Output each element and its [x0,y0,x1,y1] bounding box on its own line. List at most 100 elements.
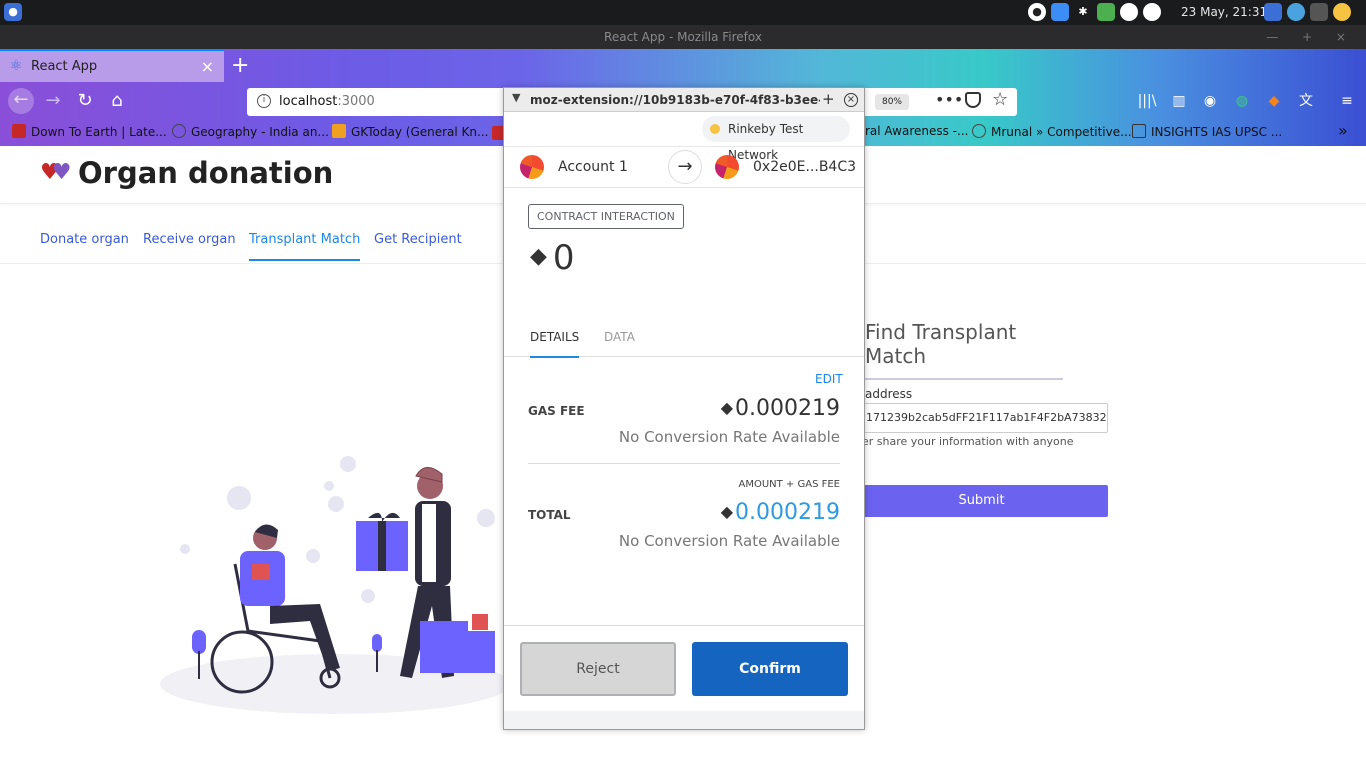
globe-icon [172,124,186,138]
window-icon[interactable] [1264,3,1282,21]
network-indicator[interactable]: Rinkeby Test Network [702,116,850,162]
tab-receive-organ[interactable]: Receive organ [143,232,236,247]
bookmarks-overflow-icon[interactable]: » [1338,121,1348,140]
bookmark-item[interactable]: GKToday (General Kn... [332,124,488,139]
popup-url: moz-extension://10b9183b-e70f-4f83-b3ee-… [530,93,820,107]
popup-title-bar: ▼ moz-extension://10b9183b-e70f-4f83-b3e… [504,88,864,112]
more-actions-icon[interactable]: ••• [935,90,963,109]
window-controls[interactable]: — + × [1266,25,1356,49]
globe-icon[interactable] [1287,3,1305,21]
bookmark-item[interactable]: ral Awareness -... [865,124,968,138]
tab-title: React App [31,59,98,74]
gktoday-icon [332,124,346,138]
window-title: React App - Mozilla Firefox [604,30,762,44]
os-menu-icon[interactable]: ● [4,3,22,21]
address-input[interactable]: 171239b2cab5dFF21F117ab1F4F2bA73832B [855,403,1108,433]
weather-icon[interactable] [1333,3,1351,21]
shield-icon[interactable] [1120,3,1138,21]
metamask-popup: ▼ moz-extension://10b9183b-e70f-4f83-b3e… [503,87,865,730]
account-icon[interactable]: ◉ [1200,91,1220,111]
grid-icon [1132,124,1146,138]
dte-icon [12,124,26,138]
reload-button[interactable]: ↻ [73,89,97,113]
bookmark-item[interactable]: Mrunal » Competitive... [972,124,1132,139]
new-tab-button[interactable]: + [231,53,249,78]
form-title: Find Transplant Match [865,320,1063,380]
tab-get-recipient[interactable]: Get Recipient [374,232,462,247]
address-help-text: er share your information with anyone [862,435,1074,448]
window-title-bar: React App - Mozilla Firefox — + × [0,25,1366,49]
os-top-bar: ● ● ✱ 23 May, 21:31 [0,0,1366,25]
terminal-icon[interactable] [1310,3,1328,21]
bookmark-item[interactable]: INSIGHTS IAS UPSC ... [1132,124,1282,139]
ethereum-icon: ◆ [720,398,734,417]
edit-gas-link[interactable]: EDIT [815,372,843,386]
notification-icon[interactable]: ● [1028,3,1046,21]
total-value: ◆0.000219 [720,500,840,525]
tab-data[interactable]: DATA [604,330,635,344]
total-label: TOTAL [528,508,571,522]
reject-button[interactable]: Reject [520,642,676,696]
back-button[interactable]: ← [8,88,34,114]
pocket-icon[interactable] [965,92,981,108]
divider [528,463,840,464]
details-tabs: DETAILS DATA [504,320,864,358]
fee-details: EDIT GAS FEE ◆0.000219 No Conversion Rat… [504,358,864,626]
gas-conversion-text: No Conversion Rate Available [618,428,840,446]
home-button[interactable]: ⌂ [105,89,129,113]
clock[interactable]: 23 May, 21:31 [1181,5,1267,19]
popup-footer [504,711,864,729]
translate-icon[interactable]: 文 [1296,91,1316,111]
url-text[interactable]: localhost:3000 [279,94,375,109]
from-account-avatar [520,155,544,179]
info-icon[interactable]: i [257,94,271,108]
donation-illustration [160,456,505,714]
gas-fee-label: GAS FEE [528,404,585,418]
tab-donate-organ[interactable]: Donate organ [40,232,129,247]
video-icon[interactable] [1051,3,1069,21]
metamask-icon[interactable]: ◆ [1264,91,1284,111]
bookmark-star-icon[interactable]: ☆ [992,89,1008,110]
gas-fee-value: ◆0.000219 [720,396,840,421]
network-icon[interactable] [1097,3,1115,21]
tab-transplant-match[interactable]: Transplant Match [249,232,361,261]
globe-icon [972,124,986,138]
browser-tab[interactable]: ⚛ React App × [0,49,224,82]
library-icon[interactable]: |||\ [1137,91,1157,111]
bookmark-item[interactable]: Down To Earth | Late... [12,124,167,139]
react-icon: ⚛ [10,58,23,74]
action-buttons: Reject Confirm [504,625,864,711]
system-tray-right [1264,3,1351,21]
pin-icon[interactable]: + [822,90,835,108]
to-account-avatar [715,155,739,179]
contract-interaction-badge: CONTRACT INTERACTION [528,204,684,229]
forward-button[interactable]: → [41,89,65,113]
account-row: Account 1 → 0x2e0E...B4C3 [504,146,864,188]
transaction-amount: ◆ 0 [530,238,575,278]
from-account-name[interactable]: Account 1 [558,159,628,175]
to-account-address[interactable]: 0x2e0E...B4C3 [753,159,856,175]
amount-gas-label: AMOUNT + GAS FEE [738,479,841,490]
close-icon[interactable]: × [844,93,858,107]
system-tray: ● ✱ [1028,3,1161,21]
hearts-logo-icon: ♥♥ [40,160,72,185]
ethereum-icon: ◆ [720,502,734,521]
chevron-down-icon[interactable]: ▼ [512,91,520,104]
ethereum-icon: ◆ [530,244,547,269]
close-tab-icon[interactable]: × [201,57,214,76]
zoom-indicator[interactable]: 80% [875,94,909,110]
confirm-button[interactable]: Confirm [692,642,848,696]
grammarly-icon[interactable]: ◍ [1232,91,1252,111]
bluetooth-icon[interactable]: ✱ [1074,3,1092,21]
menu-icon[interactable]: ≡ [1337,91,1357,111]
arrow-right-icon: → [668,150,702,184]
app-title: Organ donation [78,156,334,190]
sidebar-icon[interactable]: ▥ [1169,91,1189,111]
security-icon[interactable] [1143,3,1161,21]
submit-button[interactable]: Submit [855,485,1108,517]
tab-details[interactable]: DETAILS [530,330,580,358]
address-label: address [865,387,913,401]
bookmark-item[interactable]: Geography - India an... [172,124,329,139]
total-conversion-text: No Conversion Rate Available [618,532,840,550]
network-status-dot [710,124,720,134]
